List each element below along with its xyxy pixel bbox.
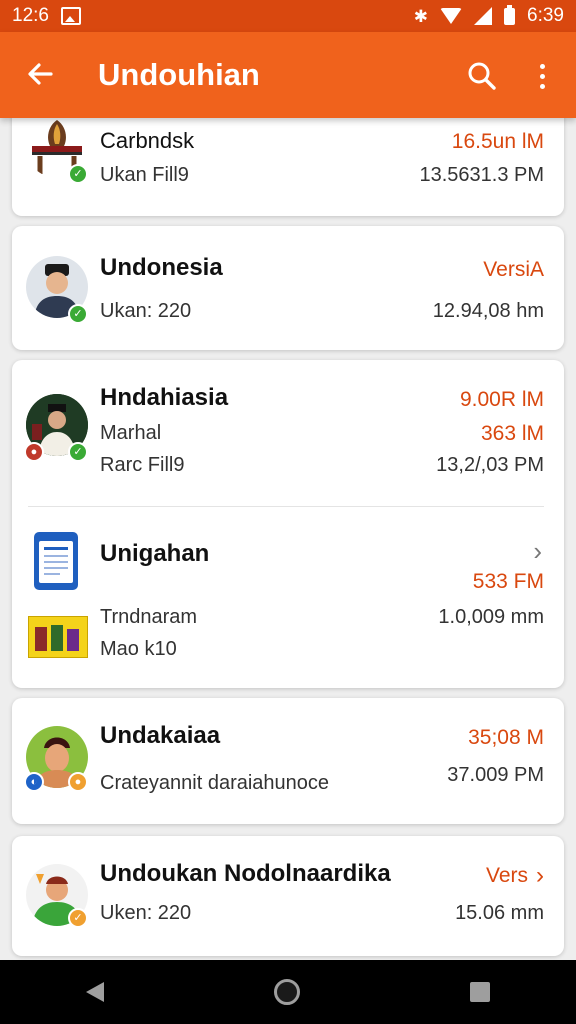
thumbnail-icon [28, 616, 88, 658]
list-item[interactable]: Unigahan › 533 FM Trndnaram 1.0,009 mm M… [12, 508, 564, 688]
avatar: ✓ [26, 864, 88, 928]
status-time-right: 6:39 [527, 5, 564, 26]
avatar: ● ✓ [24, 394, 88, 462]
item-subtitle: Ukan: 220 [100, 300, 192, 322]
nav-back-button[interactable] [74, 970, 116, 1014]
more-options-button[interactable] [520, 54, 564, 98]
avatar: ◐ ● [24, 726, 88, 792]
item-time: 13,2/,03 PM [436, 454, 544, 476]
check-badge: ✓ [68, 442, 88, 462]
item-time: 12.94,08 hm [432, 300, 544, 322]
divider [28, 506, 544, 507]
back-arrow-icon [28, 63, 53, 85]
item-subtitle: Uken: 220 [100, 902, 192, 924]
nav-back-icon [86, 982, 104, 1002]
nav-home-icon [274, 979, 300, 1005]
avatar: ✓ [26, 116, 88, 184]
chevron-right-icon: › [536, 862, 544, 889]
image-icon [60, 7, 81, 25]
nav-home-button[interactable] [264, 969, 310, 1015]
item-name: Undoukan Nodolnaardika [100, 860, 391, 887]
search-button[interactable] [460, 54, 504, 98]
bluetooth-icon: ✱ [413, 6, 429, 26]
red-badge: ● [24, 442, 44, 462]
item-subtitle: Marhal [100, 422, 162, 444]
more-vert-icon [539, 63, 545, 69]
nav-recents-button[interactable] [458, 970, 502, 1014]
item-version: VersiA [483, 258, 544, 281]
battery-icon [504, 4, 516, 25]
wifi-icon [440, 8, 463, 24]
list-item[interactable]: ✓ Undonesia Ukan: 220 VersiA 12.94,08 hm [12, 226, 564, 350]
item-time: 13.5631.3 PM [419, 164, 544, 186]
signal-icon [474, 7, 493, 25]
item-value: 35;08 M [468, 726, 544, 749]
item-subtitle: Trndnaram [100, 606, 198, 628]
item-size: 16.5un lM [451, 130, 544, 153]
blue-badge: ◐ [24, 772, 44, 792]
item-size: 15.06 mm [455, 902, 544, 924]
item-version: Vers [485, 864, 528, 887]
list-item[interactable]: ● ✓ Hndahiasia Marhal Rarc Fill9 9.00R l… [12, 360, 564, 500]
list-item[interactable]: ◐ ● Undakaiaa Crateyannit daraiahunoce 3… [12, 698, 564, 824]
item-value-2: 363 lM [480, 422, 544, 445]
back-button[interactable] [18, 52, 62, 96]
item-name: Carbndsk [100, 128, 195, 153]
item-subtitle: Crateyannit daraiahunoce [100, 772, 330, 794]
item-subtitle: Ukan Fill9 [100, 164, 189, 186]
item-subtitle-2: Rarc Fill9 [100, 454, 185, 476]
item-size: 1.0,009 mm [438, 606, 544, 628]
orange-badge: ✓ [68, 908, 88, 928]
system-nav-bar [0, 960, 576, 1024]
item-time: 37.009 PM [447, 764, 544, 786]
check-badge: ✓ [68, 304, 88, 324]
item-version-link[interactable]: Vers › [486, 862, 544, 890]
document-icon [34, 532, 78, 590]
orange-badge: ● [68, 772, 88, 792]
chevron-right-icon: › [533, 536, 542, 566]
page-title: Undouhian [98, 57, 260, 92]
avatar: ✓ [26, 256, 88, 324]
item-name: Unigahan [100, 540, 210, 567]
list-group-card: ● ✓ Hndahiasia Marhal Rarc Fill9 9.00R l… [12, 360, 564, 688]
status-time-left: 12:6 [12, 5, 49, 26]
item-name: Undakaiaa [100, 722, 221, 749]
nav-recents-icon [470, 982, 490, 1002]
status-bar: 12:6 ✱ 6:39 [0, 0, 576, 32]
item-value: 533 FM [472, 570, 544, 593]
check-badge: ✓ [68, 164, 88, 184]
item-name: Undonesia [100, 254, 223, 281]
item-subtitle-2: Mao k10 [100, 638, 177, 660]
app-bar: Undouhian [0, 32, 576, 118]
item-value-1: 9.00R lM [459, 388, 544, 411]
search-icon [468, 62, 496, 90]
item-name: Hndahiasia [100, 384, 229, 411]
list-item[interactable]: ✓ Undoukan Nodolnaardika Uken: 220 Vers … [12, 836, 564, 956]
